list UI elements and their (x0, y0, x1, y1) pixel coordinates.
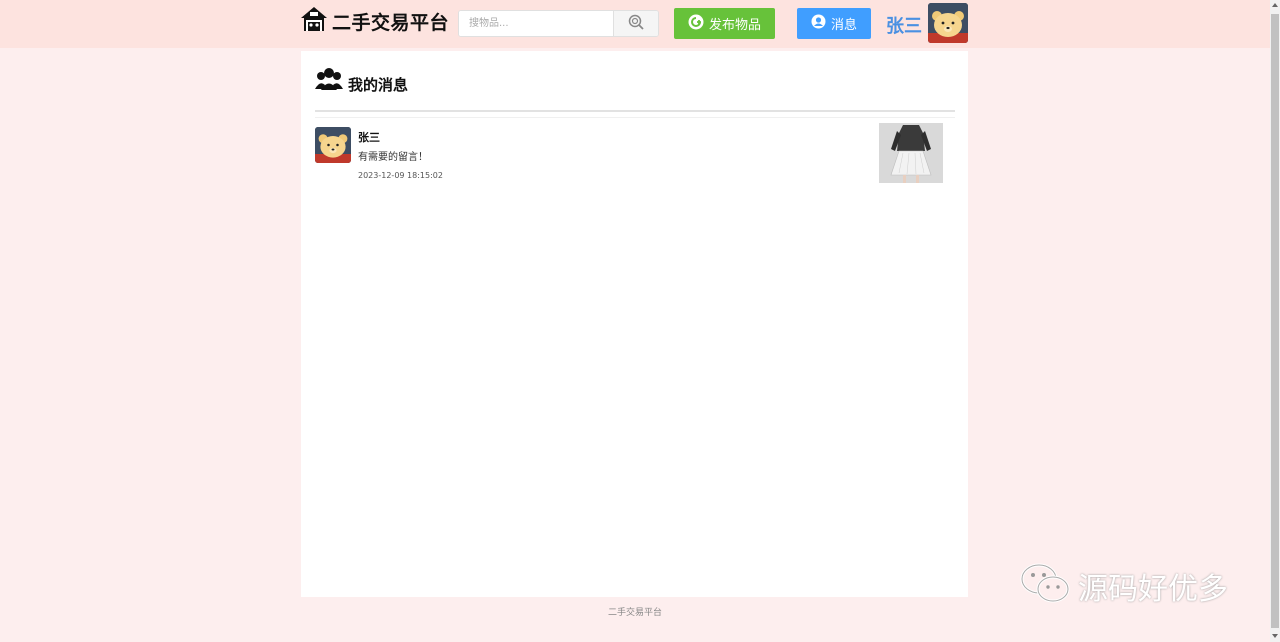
scroll-thumb[interactable] (1271, 14, 1279, 628)
search-icon (628, 14, 644, 33)
users-icon (315, 67, 343, 95)
dress-image (879, 123, 943, 183)
bear-avatar-image (315, 127, 351, 163)
avatar[interactable] (315, 127, 351, 163)
wechat-icon (1020, 563, 1072, 609)
message-content: 有需要的留言！ (358, 152, 428, 163)
message-sender: 张三 (358, 131, 380, 144)
search-box (458, 10, 659, 37)
message-time: 2023-12-09 18:15:02 (358, 171, 443, 180)
messages-panel: 我的消息 张三 有需要的留言！ 2023-12-09 18:15:02 (301, 51, 968, 597)
search-input[interactable] (459, 11, 613, 36)
divider (315, 117, 955, 118)
item-thumbnail[interactable] (879, 123, 943, 183)
scrollbar[interactable] (1270, 0, 1280, 642)
logo[interactable]: 二手交易平台 (300, 6, 449, 36)
user-name[interactable]: 张三 (886, 12, 922, 38)
list-item[interactable]: 张三 有需要的留言！ 2023-12-09 18:15:02 (315, 123, 955, 189)
message-button[interactable]: 消息 (797, 8, 871, 39)
publish-button[interactable]: 发布物品 (674, 8, 775, 39)
watermark: 源码好优多 (1020, 563, 1228, 609)
search-button[interactable] (613, 11, 658, 36)
house-icon (300, 6, 328, 36)
avatar[interactable] (928, 3, 968, 43)
page-header: 我的消息 (315, 67, 408, 95)
watermark-text: 源码好优多 (1078, 572, 1228, 607)
scroll-down-arrow-icon[interactable] (1272, 634, 1278, 638)
publish-button-label: 发布物品 (708, 18, 761, 33)
bear-avatar-image (928, 3, 968, 43)
page-title: 我的消息 (348, 75, 409, 94)
message-button-label: 消息 (830, 18, 857, 33)
user-bubble-icon (811, 14, 826, 33)
top-header: 二手交易平台 发布物品 (0, 0, 1270, 48)
plus-circle-icon (688, 14, 704, 34)
divider (315, 110, 955, 112)
logo-title: 二手交易平台 (332, 11, 450, 34)
scroll-up-arrow-icon[interactable] (1272, 3, 1278, 7)
